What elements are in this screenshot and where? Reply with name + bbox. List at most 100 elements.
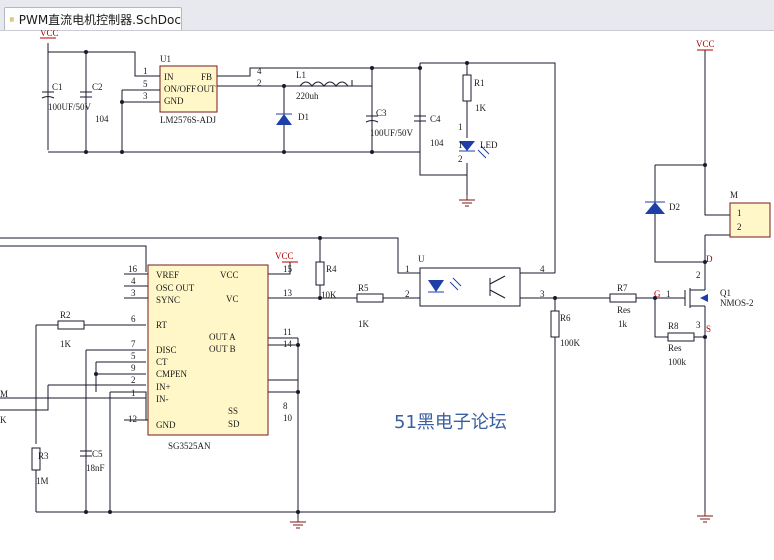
svg-text:FB: FB [201, 72, 212, 82]
vcc-right: VCC [696, 39, 715, 51]
tab-label: PWM直流电机控制器.SchDoc [18, 12, 181, 27]
svg-text:R1: R1 [474, 78, 485, 88]
r2-resistor[interactable]: R2 1K [57, 310, 85, 349]
svg-text:RT: RT [156, 320, 167, 330]
svg-text:D: D [706, 254, 713, 264]
r3-resistor[interactable]: R3 1M [31, 447, 49, 486]
svg-text:14: 14 [283, 339, 293, 349]
svg-text:D1: D1 [298, 112, 309, 122]
svg-text:U1: U1 [160, 54, 171, 64]
sg3525-pwm-controller[interactable]: SG3525AN VREF OSC OUT SYNC RT DISC CT CM… [124, 264, 293, 451]
svg-text:18nF: 18nF [86, 463, 105, 473]
svg-text:8: 8 [283, 401, 288, 411]
svg-text:SG3525AN: SG3525AN [168, 441, 211, 451]
svg-text:1: 1 [458, 122, 463, 132]
svg-text:16: 16 [128, 264, 138, 274]
svg-text:VC: VC [226, 294, 239, 304]
svg-text:IN-: IN- [156, 394, 169, 404]
svg-text:104: 104 [95, 114, 109, 124]
svg-text:SYNC: SYNC [156, 295, 180, 305]
svg-text:DISC: DISC [156, 345, 177, 355]
svg-text:VCC: VCC [40, 30, 59, 38]
svg-text:4: 4 [131, 276, 136, 286]
svg-text:R6: R6 [560, 313, 571, 323]
svg-text:R2: R2 [60, 310, 71, 320]
d1-diode[interactable]: D1 [276, 112, 309, 125]
r5-resistor[interactable]: R5 1K [356, 283, 384, 329]
svg-text:2: 2 [696, 270, 701, 280]
svg-text:VCC: VCC [220, 270, 239, 280]
document-tab-bar: PWM直流电机控制器.SchDoc [0, 0, 774, 31]
edge-label-k: K [0, 415, 7, 425]
svg-text:2: 2 [458, 154, 463, 164]
svg-text:U: U [418, 254, 425, 264]
svg-text:100UF/50V: 100UF/50V [48, 102, 92, 112]
svg-text:1: 1 [131, 388, 136, 398]
svg-text:IN+: IN+ [156, 382, 171, 392]
svg-text:2: 2 [131, 375, 136, 385]
svg-text:5: 5 [131, 351, 136, 361]
svg-text:3: 3 [696, 320, 701, 330]
svg-text:OUT A: OUT A [209, 332, 236, 342]
r4-resistor[interactable]: R4 10K [315, 261, 337, 300]
svg-text:GND: GND [164, 96, 184, 106]
c3-capacitor[interactable]: C3 100UF/50V [365, 108, 414, 138]
svg-text:M: M [730, 190, 738, 200]
svg-text:VREF: VREF [156, 270, 179, 280]
svg-text:IN: IN [164, 72, 174, 82]
d2-diode[interactable]: D2 [645, 201, 680, 214]
svg-text:2: 2 [737, 222, 742, 232]
svg-text:OUT B: OUT B [209, 344, 236, 354]
svg-text:LM2576S-ADJ: LM2576S-ADJ [160, 115, 217, 125]
svg-text:2: 2 [405, 289, 410, 299]
svg-text:1K: 1K [358, 319, 370, 329]
r7-resistor[interactable]: R7 Res 1k [609, 283, 637, 329]
svg-text:S: S [706, 324, 711, 334]
svg-text:L1: L1 [296, 70, 306, 80]
schematic-canvas[interactable]: VCC VCC VCC U1 IN ON/OFF GND FB OUT LM25… [0, 30, 774, 560]
svg-text:D2: D2 [669, 202, 680, 212]
svg-text:13: 13 [283, 288, 293, 298]
svg-text:R5: R5 [358, 283, 369, 293]
svg-text:VCC: VCC [696, 39, 715, 49]
svg-text:3: 3 [131, 288, 136, 298]
led-diode[interactable]: LED 1 2 [458, 140, 498, 164]
svg-text:NMOS-2: NMOS-2 [720, 298, 754, 308]
svg-text:3: 3 [540, 289, 545, 299]
motor-connector-m[interactable]: M 1 2 [729, 190, 771, 238]
svg-text:1K: 1K [60, 339, 72, 349]
c5-capacitor[interactable]: C5 18nF [80, 449, 105, 473]
svg-text:12: 12 [128, 414, 137, 424]
r1-resistor[interactable]: R1 1K 1 [458, 74, 487, 132]
c4-capacitor[interactable]: C4 104 [414, 114, 444, 148]
forum-watermark: 51黑电子论坛 [394, 412, 507, 433]
svg-text:4: 4 [540, 264, 545, 274]
svg-text:OSC OUT: OSC OUT [156, 283, 195, 293]
svg-text:3: 3 [143, 91, 148, 101]
svg-text:6: 6 [131, 314, 136, 324]
svg-text:1K: 1K [475, 103, 487, 113]
tab-schematic-document[interactable]: PWM直流电机控制器.SchDoc [4, 7, 182, 30]
svg-text:CMPEN: CMPEN [156, 369, 188, 379]
ground-symbols [290, 195, 713, 529]
svg-text:9: 9 [131, 363, 136, 373]
svg-text:R3: R3 [38, 451, 49, 461]
svg-text:C2: C2 [92, 82, 103, 92]
svg-text:10K: 10K [321, 290, 337, 300]
svg-text:GND: GND [156, 420, 176, 430]
svg-text:C1: C1 [52, 82, 63, 92]
svg-text:LED: LED [480, 140, 498, 150]
u1-regulator[interactable]: U1 IN ON/OFF GND FB OUT LM2576S-ADJ 1 5 … [143, 54, 262, 125]
svg-text:G: G [654, 289, 661, 299]
wires [0, 43, 730, 518]
vcc-mid: VCC [275, 251, 298, 263]
svg-text:C3: C3 [376, 108, 387, 118]
r8-resistor[interactable]: R8 Res 100k [667, 321, 695, 367]
svg-text:C4: C4 [430, 114, 441, 124]
svg-text:CT: CT [156, 357, 168, 367]
svg-text:7: 7 [131, 339, 136, 349]
svg-text:100K: 100K [560, 338, 581, 348]
vcc-top-left: VCC [40, 30, 59, 39]
svg-text:10: 10 [283, 413, 293, 423]
svg-text:R8: R8 [668, 321, 679, 331]
